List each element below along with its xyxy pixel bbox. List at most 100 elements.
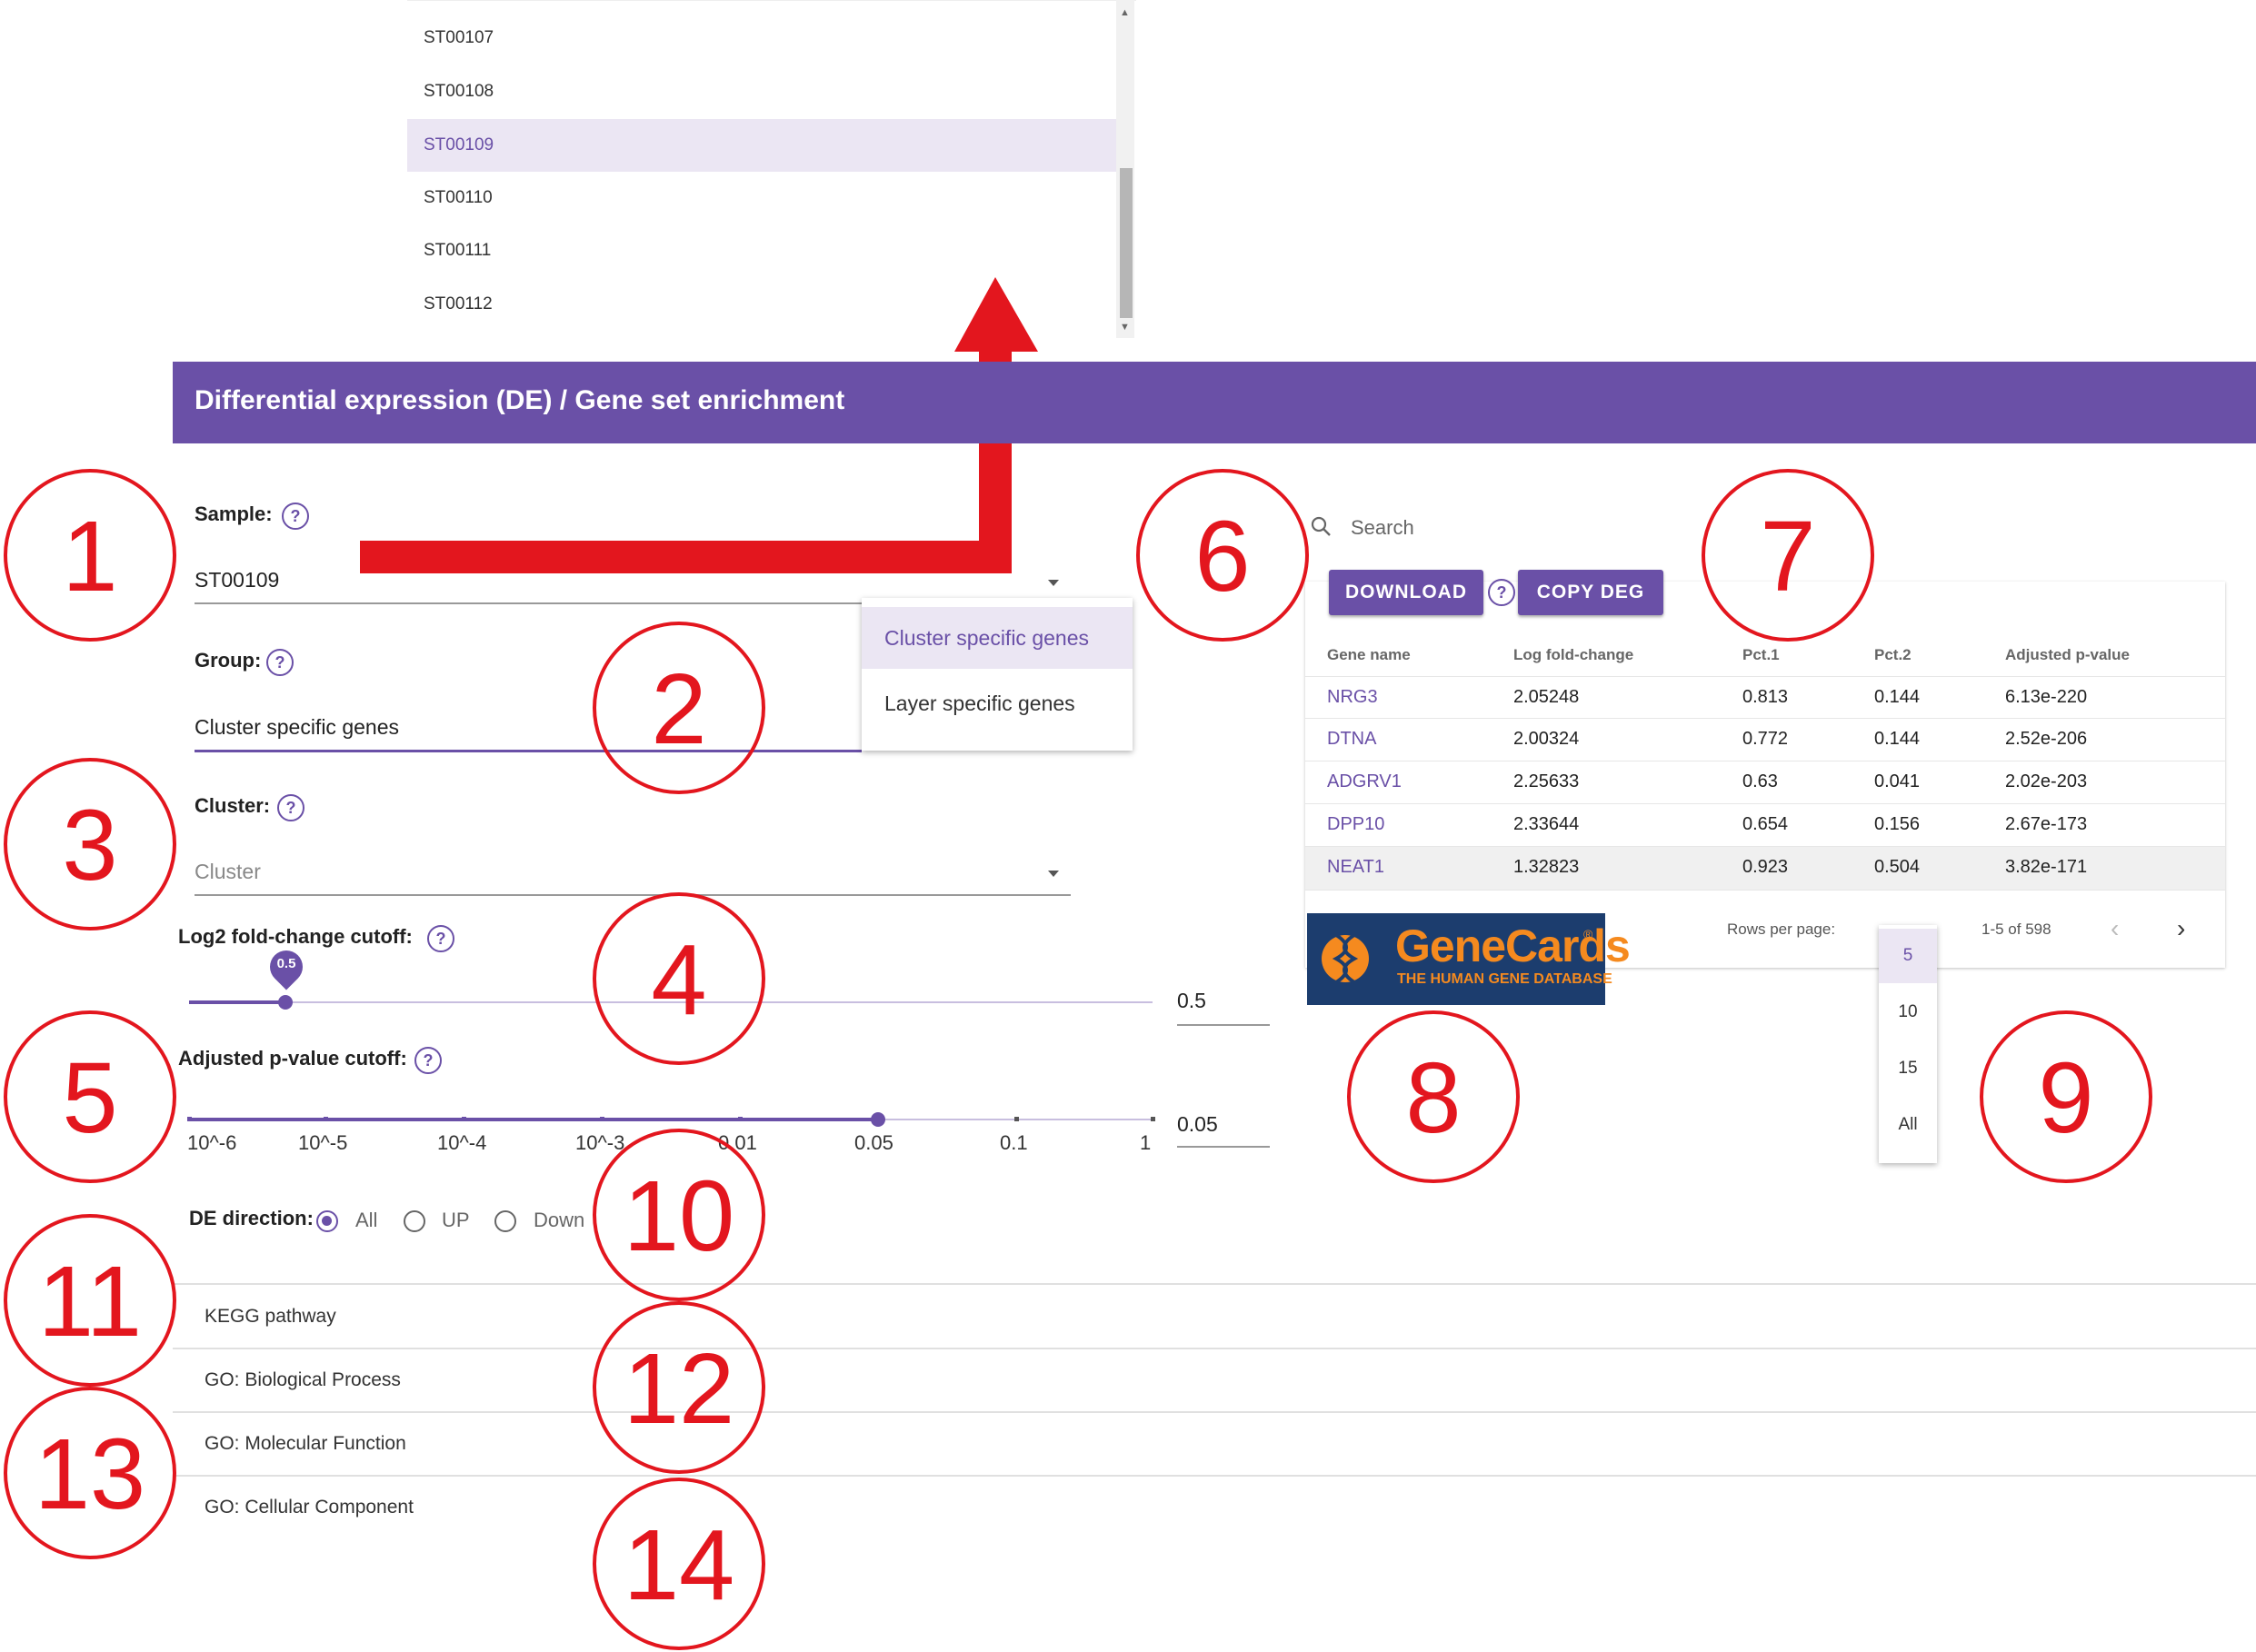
sample-select[interactable]: ST00109 <box>195 568 279 592</box>
accordion-go-bp[interactable]: GO: Biological Process <box>205 1369 401 1391</box>
column-header[interactable]: Gene name <box>1327 646 1411 664</box>
pval-tick <box>1014 1117 1019 1121</box>
table-cell: 2.52e-206 <box>2005 729 2088 749</box>
pval-tick <box>187 1117 192 1121</box>
pval-slider-thumb[interactable] <box>871 1112 885 1127</box>
pval-value-underline <box>1177 1146 1270 1148</box>
cluster-select[interactable]: Cluster <box>195 860 261 884</box>
help-icon[interactable]: ? <box>1488 579 1515 606</box>
table-cell: 0.813 <box>1742 687 1789 707</box>
radio-all[interactable] <box>316 1210 338 1232</box>
pval-tick-label: 0.05 <box>854 1131 893 1154</box>
pval-tick <box>738 1117 743 1121</box>
help-icon[interactable]: ? <box>414 1047 442 1074</box>
accordion-kegg[interactable]: KEGG pathway <box>205 1306 336 1328</box>
gene-link[interactable]: DTNA <box>1327 729 1376 750</box>
annotation-10: 10 <box>593 1129 765 1301</box>
annotation-1: 1 <box>4 469 176 642</box>
pval-tick-label: 10^-6 <box>187 1131 237 1154</box>
row-divider <box>1305 803 2225 804</box>
help-icon[interactable]: ? <box>277 794 304 821</box>
annotation-13: 13 <box>4 1387 176 1559</box>
table-cell: 3.82e-171 <box>2005 857 2088 877</box>
pval-tick <box>600 1117 604 1121</box>
help-icon[interactable]: ? <box>282 503 309 530</box>
rows-per-page-option[interactable]: 15 <box>1879 1041 1937 1096</box>
group-select[interactable]: Cluster specific genes <box>195 715 399 740</box>
pval-tick <box>462 1117 466 1121</box>
group-menu: Cluster specific genes Layer specific ge… <box>862 598 1133 751</box>
gene-link[interactable]: NEAT1 <box>1327 857 1384 878</box>
cluster-underline <box>195 894 1071 896</box>
table-cell: 2.02e-203 <box>2005 771 2088 791</box>
pval-tick-label: 10^-5 <box>298 1131 348 1154</box>
annotation-12: 12 <box>593 1301 765 1474</box>
chevron-down-icon[interactable] <box>1048 580 1059 586</box>
gene-link[interactable]: DPP10 <box>1327 814 1384 835</box>
help-icon[interactable]: ? <box>266 649 294 676</box>
group-option-selected[interactable]: Cluster specific genes <box>862 607 1133 669</box>
radio-all-label: All <box>355 1209 378 1231</box>
rows-per-page-option[interactable]: All <box>1879 1098 1937 1152</box>
group-option[interactable]: Layer specific genes <box>862 672 1133 734</box>
chevron-right-icon[interactable]: › <box>2177 914 2185 943</box>
radio-down[interactable] <box>494 1210 516 1232</box>
column-header[interactable]: Adjusted p-value <box>2005 646 2130 664</box>
table-cell: 2.67e-173 <box>2005 814 2088 834</box>
pval-cutoff-label: Adjusted p-value cutoff: <box>178 1047 407 1070</box>
de-direction-label: DE direction: <box>189 1207 314 1229</box>
column-header[interactable]: Log fold-change <box>1513 646 1633 664</box>
accordion-divider <box>173 1411 2256 1413</box>
column-header[interactable]: Pct.2 <box>1874 646 1912 664</box>
table-cell: 0.63 <box>1742 771 1778 791</box>
rows-per-page-label: Rows per page: <box>1727 921 1836 938</box>
search-icon <box>1311 516 1331 536</box>
fc-slider-thumb[interactable] <box>278 995 293 1010</box>
rows-per-page-option[interactable]: 10 <box>1879 985 1937 1040</box>
annotation-14: 14 <box>593 1478 765 1650</box>
accordion-go-mf[interactable]: GO: Molecular Function <box>205 1433 406 1455</box>
rows-per-page-menu: 5 10 15 All <box>1879 925 1937 1163</box>
column-header[interactable]: Pct.1 <box>1742 646 1780 664</box>
gene-link[interactable]: ADGRV1 <box>1327 771 1402 792</box>
pval-tick <box>1151 1117 1155 1121</box>
pval-tick <box>324 1117 328 1121</box>
rows-per-page-option-selected[interactable]: 5 <box>1879 929 1937 983</box>
fc-value-underline <box>1177 1024 1270 1026</box>
copy-deg-button[interactable]: COPY DEG <box>1518 570 1663 615</box>
fc-value-input[interactable]: 0.5 <box>1177 989 1206 1013</box>
radio-down-label: Down <box>534 1209 585 1231</box>
annotation-9: 9 <box>1980 1010 2152 1183</box>
fc-cutoff-label: Log2 fold-change cutoff: <box>178 925 413 948</box>
table-cell: 0.144 <box>1874 729 1921 749</box>
chevron-left-icon[interactable]: ‹ <box>2111 914 2119 943</box>
search-input[interactable]: Search <box>1351 516 1414 540</box>
table-cell: 0.772 <box>1742 729 1789 749</box>
table-cell: 2.25633 <box>1513 771 1580 791</box>
accordion-go-cc[interactable]: GO: Cellular Component <box>205 1497 414 1518</box>
pval-tick-label: 1 <box>1140 1131 1152 1154</box>
dna-icon <box>1322 933 1369 984</box>
cluster-label: Cluster: <box>195 794 271 817</box>
gene-link[interactable]: NRG3 <box>1327 687 1378 708</box>
help-icon[interactable]: ? <box>427 925 454 952</box>
pagination-range: 1-5 of 598 <box>1981 921 2051 938</box>
annotation-11: 11 <box>4 1214 176 1387</box>
table-cell: 0.156 <box>1874 814 1921 834</box>
chevron-down-icon[interactable] <box>1048 871 1059 877</box>
annotation-5: 5 <box>4 1010 176 1183</box>
radio-up[interactable] <box>404 1210 425 1232</box>
table-cell: 0.144 <box>1874 687 1921 707</box>
download-button[interactable]: DOWNLOAD <box>1329 570 1483 615</box>
table-cell: 0.923 <box>1742 857 1789 877</box>
pval-tick-label: 0.1 <box>1000 1131 1028 1154</box>
row-divider <box>1305 890 2225 891</box>
table-cell: 0.654 <box>1742 814 1789 834</box>
pval-slider-fill <box>189 1118 878 1121</box>
accordion-divider <box>173 1348 2256 1349</box>
table-cell: 2.33644 <box>1513 814 1580 834</box>
table-cell: 1.32823 <box>1513 857 1580 877</box>
radio-up-label: UP <box>442 1209 470 1231</box>
table-cell: 2.05248 <box>1513 687 1580 707</box>
pval-value-input[interactable]: 0.05 <box>1177 1112 1218 1137</box>
